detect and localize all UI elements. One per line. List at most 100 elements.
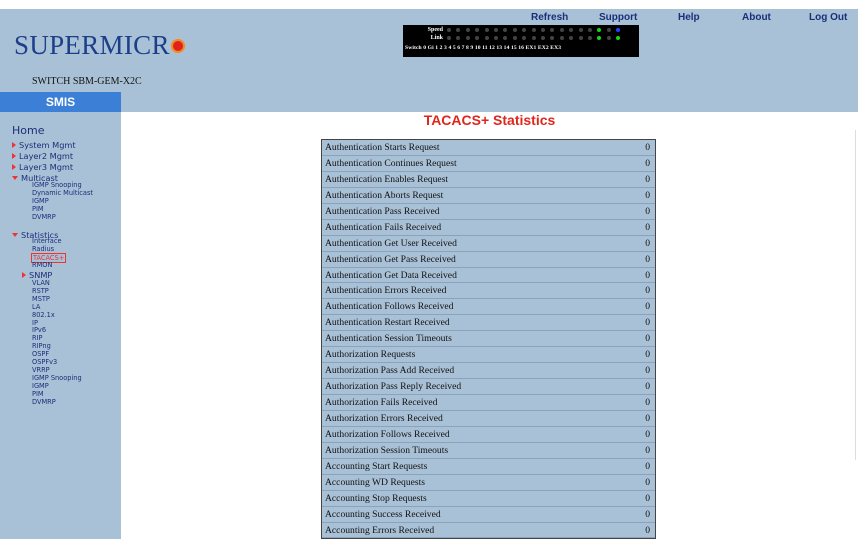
- port-led-icon: [606, 28, 611, 32]
- sidebar-subitem-dynamic-multicast[interactable]: Dynamic Multicast: [32, 189, 93, 197]
- caret-right-icon: [12, 153, 16, 159]
- sidebar-subitem-802-1x[interactable]: 802.1x: [32, 311, 55, 319]
- caret-down-icon: [12, 233, 18, 237]
- sidebar-item-layer2-mgmt[interactable]: Layer2 Mgmt: [12, 151, 73, 161]
- port-led-icon: [456, 36, 461, 40]
- stat-value: 0: [645, 492, 650, 504]
- stat-value: 0: [645, 253, 650, 265]
- stat-label: Accounting Success Received: [325, 508, 441, 520]
- port-led-icon: [541, 28, 545, 32]
- refresh-link[interactable]: Refresh: [531, 12, 568, 23]
- smis-bar: SMIS: [0, 92, 121, 112]
- table-row: Authorization Follows Received 0: [322, 427, 655, 443]
- sidebar-subitem-dvmrp[interactable]: DVMRP: [32, 398, 56, 406]
- port-led-icon: [465, 36, 470, 40]
- help-link[interactable]: Help: [678, 12, 700, 23]
- sidebar-subitem-pim[interactable]: PIM: [32, 205, 44, 213]
- table-row: Authorization Requests 0: [322, 347, 655, 364]
- caret-right-icon: [22, 272, 26, 278]
- logout-link[interactable]: Log Out: [809, 12, 847, 23]
- sidebar-subitem-pim[interactable]: PIM: [32, 390, 44, 398]
- port-led-icon: [522, 28, 527, 32]
- sidebar-item-system-mgmt[interactable]: System Mgmt: [12, 140, 76, 150]
- table-row: Authentication Get Pass Received 0: [322, 252, 655, 268]
- stat-label: Accounting Stop Requests: [325, 492, 427, 504]
- stat-value: 0: [645, 397, 650, 408]
- sidebar-item-layer3-mgmt[interactable]: Layer3 Mgmt: [12, 162, 73, 172]
- stat-value: 0: [645, 269, 650, 281]
- port-led-icon: [550, 36, 555, 40]
- port-led-icon: [559, 28, 564, 32]
- sidebar-subitem-ospfv3[interactable]: OSPFv3: [32, 358, 57, 366]
- stat-label: Authentication Get Data Received: [325, 269, 457, 281]
- table-row: Accounting Success Received 0: [322, 507, 655, 523]
- table-row: Authorization Session Timeouts 0: [322, 443, 655, 459]
- sidebar-subitem-ripng[interactable]: RIPng: [32, 342, 51, 350]
- table-row: Authentication Starts Request 0: [322, 140, 655, 156]
- port-led-icon: [465, 28, 470, 32]
- table-row: Authentication Errors Received 0: [322, 283, 655, 300]
- sidebar-subitem-igmp-snooping[interactable]: IGMP Snooping: [32, 181, 82, 189]
- port-led-icon: [512, 28, 517, 32]
- table-row: Authentication Aborts Request 0: [322, 188, 655, 204]
- port-led-icon: [569, 36, 574, 40]
- stat-value: 0: [645, 157, 650, 169]
- stat-value: 0: [645, 317, 650, 329]
- table-row: Authorization Pass Reply Received 0: [322, 379, 655, 395]
- caret-down-icon: [12, 176, 18, 180]
- stat-label: Authentication Restart Received: [325, 317, 450, 329]
- sidebar-subitem-ospf[interactable]: OSPF: [32, 350, 49, 358]
- stat-value: 0: [645, 333, 650, 345]
- sidebar-subitem-rip[interactable]: RIP: [32, 334, 43, 342]
- about-link[interactable]: About: [742, 12, 771, 23]
- table-row: Authentication Fails Received 0: [322, 220, 655, 236]
- scrollbar-track[interactable]: [855, 130, 856, 460]
- port-led-icon: [569, 28, 574, 32]
- stat-value: 0: [645, 285, 650, 297]
- stat-value: 0: [645, 524, 650, 536]
- stat-label: Accounting WD Requests: [325, 476, 426, 488]
- sidebar-subitem-igmp-snooping[interactable]: IGMP Snooping: [32, 374, 82, 382]
- stat-value: 0: [645, 508, 650, 520]
- port-led-icon: [531, 28, 536, 32]
- port-led-icon: [597, 28, 602, 32]
- port-led-icon: [484, 28, 489, 32]
- port-led-icon: [503, 36, 508, 40]
- sidebar-subitem-interface[interactable]: Interface: [32, 237, 62, 245]
- sidebar-subitem-rstp[interactable]: RSTP: [32, 287, 49, 295]
- port-numbers: Switch 0 Gi 1 2 3 4 5 6 7 8 9 10 11 12 1…: [405, 45, 561, 51]
- port-led-icon: [559, 36, 564, 40]
- stat-label: Authorization Fails Received: [325, 397, 438, 408]
- sidebar-subitem-mstp[interactable]: MSTP: [32, 295, 50, 303]
- stat-value: 0: [645, 205, 650, 217]
- sidebar-subitem-ip[interactable]: IP: [32, 319, 38, 327]
- port-led-icon: [494, 36, 498, 40]
- stat-value: 0: [645, 349, 650, 361]
- sidebar-subitem-rmon[interactable]: RMON: [32, 261, 52, 269]
- stat-label: Authentication Errors Received: [325, 285, 447, 297]
- sidebar-subitem-dvmrp[interactable]: DVMRP: [32, 213, 56, 221]
- port-led-icon: [606, 36, 611, 40]
- switch-model-label: SWITCH SBM-GEM-X2C: [32, 76, 142, 87]
- table-row: Accounting WD Requests 0: [322, 475, 655, 491]
- sidebar-subitem-igmp[interactable]: IGMP: [32, 197, 49, 205]
- support-link[interactable]: Support: [599, 12, 637, 23]
- sidebar-subitem-igmp[interactable]: IGMP: [32, 382, 49, 390]
- stat-label: Authorization Session Timeouts: [325, 444, 449, 456]
- port-status-panel: Speed Link Switch 0 Gi 1 2 3 4 5 6 7 8 9…: [403, 25, 639, 57]
- sidebar-subitem-la[interactable]: LA: [32, 303, 40, 311]
- port-led-icon: [503, 28, 508, 32]
- stat-label: Authorization Pass Reply Received: [325, 381, 462, 393]
- sidebar-subitem-vlan[interactable]: VLAN: [32, 279, 50, 287]
- sidebar-subitem-vrrp[interactable]: VRRP: [32, 366, 50, 374]
- sidebar-subitem-ipv6[interactable]: IPv6: [32, 326, 46, 334]
- stat-value: 0: [645, 237, 650, 249]
- stat-value: 0: [645, 381, 650, 393]
- stat-label: Authentication Aborts Request: [325, 189, 444, 201]
- sidebar-subitem-radius[interactable]: Radius: [32, 245, 54, 253]
- stat-value: 0: [645, 476, 650, 488]
- table-row: Authentication Continues Request 0: [322, 156, 655, 172]
- table-row: Authentication Enables Request 0: [322, 172, 655, 188]
- sidebar-home[interactable]: Home: [12, 124, 44, 137]
- port-led-icon: [541, 36, 545, 40]
